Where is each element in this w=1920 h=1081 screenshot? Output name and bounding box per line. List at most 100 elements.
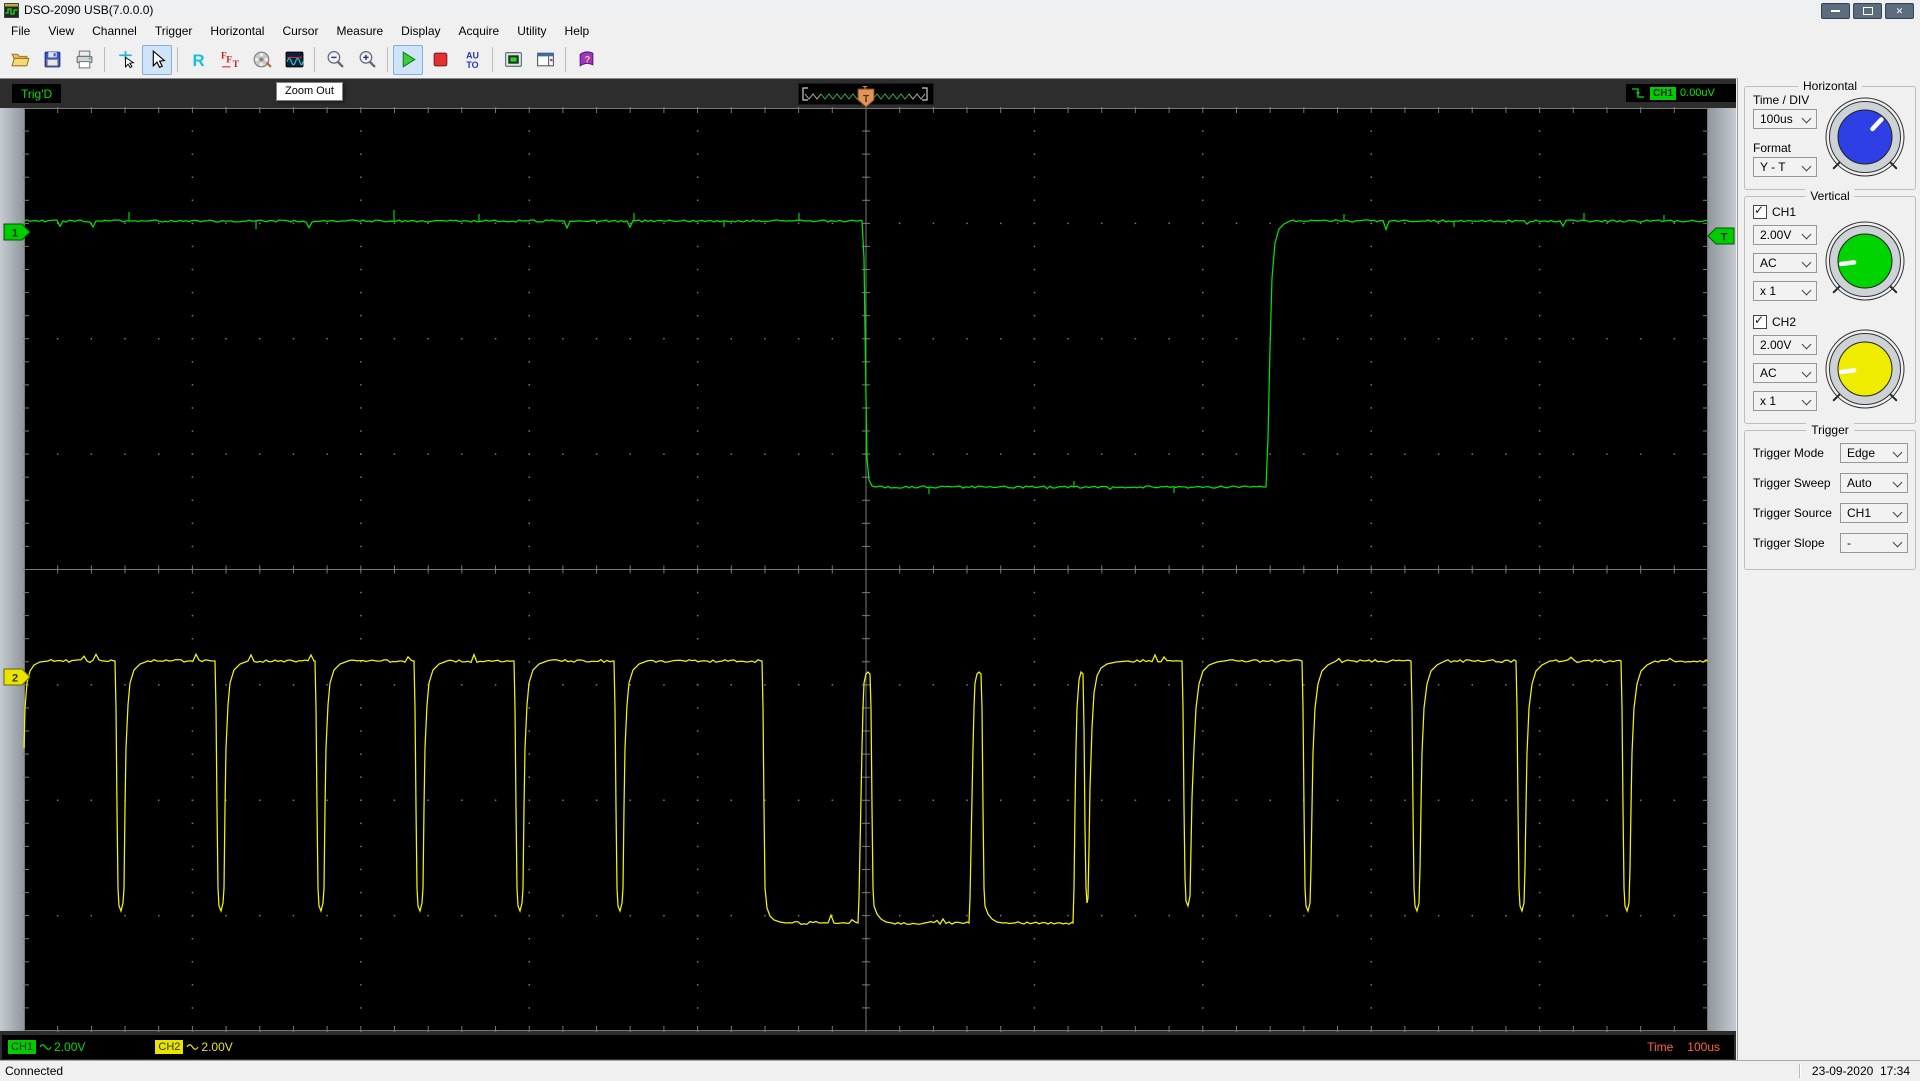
- chevron-down-icon: [1801, 395, 1812, 406]
- minimize-icon: [1831, 10, 1840, 12]
- horizontal-position-knob[interactable]: [1817, 89, 1913, 185]
- ch2-checkbox[interactable]: [1753, 313, 1767, 329]
- menu-utility[interactable]: Utility: [508, 22, 555, 40]
- svg-text:TO: TO: [466, 60, 478, 70]
- open-file-button[interactable]: [5, 45, 35, 75]
- menu-cursor[interactable]: Cursor: [273, 22, 327, 40]
- menu-bar: File View Channel Trigger Horizontal Cursor Me…: [0, 20, 1920, 41]
- trigger-status: Trig'D: [12, 84, 62, 103]
- toggle-panel-icon: [536, 52, 554, 67]
- time-div-select[interactable]: 100us: [1753, 109, 1817, 129]
- trigger-group: Trigger Trigger Mode Edge Trigger Sweep …: [1744, 423, 1916, 570]
- fft-button[interactable]: FFT: [215, 45, 245, 75]
- ch1-position-knob[interactable]: [1817, 213, 1913, 309]
- select-arrow-icon: [152, 49, 166, 69]
- save-button[interactable]: [37, 45, 67, 75]
- zoom-in-button[interactable]: [352, 45, 382, 75]
- svg-text:1: 1: [12, 228, 18, 240]
- chevron-down-icon: [1892, 477, 1903, 488]
- ch2-label: CH2: [1772, 315, 1797, 329]
- chevron-down-icon: [1801, 285, 1812, 296]
- print-button[interactable]: [69, 45, 99, 75]
- svg-text:F: F: [226, 56, 232, 66]
- autoset-icon: AUTO: [466, 50, 479, 70]
- autoset-button[interactable]: AU TO: [457, 45, 487, 75]
- ch2-position-marker[interactable]: 2: [3, 668, 31, 686]
- time-value: 100us: [1687, 1040, 1720, 1054]
- menu-file[interactable]: File: [2, 22, 39, 40]
- svg-text:?: ?: [584, 55, 590, 66]
- menu-channel[interactable]: Channel: [83, 22, 146, 40]
- time-readout: Time 100us: [1647, 1040, 1720, 1054]
- scope-panel: Trig'D T CH1 0.00uV T 1 2 T CH1 2.00V CH…: [0, 78, 1736, 1061]
- start-icon: [402, 51, 416, 68]
- ch1-volts-div: 2.00V: [54, 1040, 86, 1054]
- control-panel: Horizontal Time / DIV 100us Format Y - T…: [1737, 78, 1920, 1060]
- ch1-badge: CH1: [8, 1040, 37, 1054]
- ch2-coupling-icon: [186, 1044, 199, 1050]
- trigger-sweep-select[interactable]: Auto: [1840, 473, 1908, 493]
- menu-view[interactable]: View: [39, 22, 83, 40]
- menu-display[interactable]: Display: [392, 22, 449, 40]
- right-marker-gutter: [1708, 108, 1736, 1031]
- zoom-out-icon: [327, 50, 343, 68]
- ch2-coupling-select[interactable]: AC: [1753, 363, 1817, 383]
- toolbar-separator: [177, 47, 178, 72]
- full-screen-button[interactable]: [498, 45, 528, 75]
- format-label: Format: [1753, 141, 1792, 155]
- trigger-slope-select[interactable]: -: [1840, 533, 1908, 553]
- zoom-out-button[interactable]: [320, 45, 350, 75]
- ch1-volts-select[interactable]: 2.00V: [1753, 225, 1817, 245]
- horizontal-group: Horizontal Time / DIV 100us Format Y - T: [1744, 79, 1916, 190]
- ch2-volts-select[interactable]: 2.00V: [1753, 335, 1817, 355]
- close-button[interactable]: ✕: [1885, 3, 1914, 19]
- trigger-readout: CH1 0.00uV: [1626, 84, 1736, 102]
- ch2-volts-div: 2.00V: [201, 1040, 233, 1054]
- time-label: Time: [1647, 1040, 1674, 1054]
- svg-text:R: R: [192, 51, 204, 70]
- toolbar-separator: [387, 47, 388, 72]
- cursor-measure-icon: [118, 51, 135, 69]
- select-arrow-button[interactable]: [142, 44, 172, 75]
- waveform-window-button[interactable]: [279, 45, 309, 75]
- ch2-probe-select[interactable]: x 1: [1753, 391, 1817, 411]
- ch1-coupling-select[interactable]: AC: [1753, 253, 1817, 273]
- svg-text:T: T: [1721, 232, 1728, 244]
- toggle-panel-button[interactable]: [530, 45, 560, 75]
- toolbar-separator: [314, 47, 315, 72]
- start-button[interactable]: [393, 44, 423, 75]
- refresh-button[interactable]: R: [183, 45, 213, 75]
- ch1-probe-select[interactable]: x 1: [1753, 281, 1817, 301]
- close-icon: ✕: [1895, 5, 1904, 16]
- menu-horizontal[interactable]: Horizontal: [201, 22, 273, 40]
- help-button[interactable]: ?: [571, 45, 601, 75]
- ch1-checkbox[interactable]: [1753, 203, 1767, 219]
- chevron-down-icon: [1801, 229, 1812, 240]
- maximize-button[interactable]: [1853, 3, 1882, 19]
- chevron-down-icon: [1892, 537, 1903, 548]
- trigger-slope-label: Trigger Slope: [1753, 536, 1825, 550]
- toolbar-separator: [104, 47, 105, 72]
- trigger-mode-select[interactable]: Edge: [1840, 443, 1908, 463]
- menu-help[interactable]: Help: [556, 22, 599, 40]
- left-marker-gutter: [0, 108, 24, 1031]
- ch2-badge: CH2: [155, 1040, 184, 1054]
- scope-display[interactable]: T 1 2 T: [3, 88, 1735, 1032]
- ch2-position-knob[interactable]: [1817, 321, 1913, 417]
- cursor-measure-button[interactable]: [110, 45, 140, 75]
- record-sequence-button[interactable]: [247, 45, 277, 75]
- app-status-bar: Connected 23-09-2020 17:34: [0, 1060, 1920, 1081]
- window-title: DSO-2090 USB(7.0.0.0): [24, 3, 154, 17]
- trigger-group-title: Trigger: [1806, 423, 1854, 437]
- ch1-label: CH1: [1772, 205, 1797, 219]
- menu-measure[interactable]: Measure: [327, 22, 392, 40]
- ch1-position-marker[interactable]: 1: [3, 223, 31, 241]
- time-div-label: Time / DIV: [1753, 93, 1810, 107]
- menu-trigger[interactable]: Trigger: [146, 22, 202, 40]
- minimize-button[interactable]: [1821, 3, 1850, 19]
- trigger-source-select[interactable]: CH1: [1840, 503, 1908, 523]
- menu-acquire[interactable]: Acquire: [450, 22, 509, 40]
- trigger-sweep-label: Trigger Sweep: [1753, 476, 1831, 490]
- stop-button[interactable]: [425, 45, 455, 75]
- format-select[interactable]: Y - T: [1753, 157, 1817, 177]
